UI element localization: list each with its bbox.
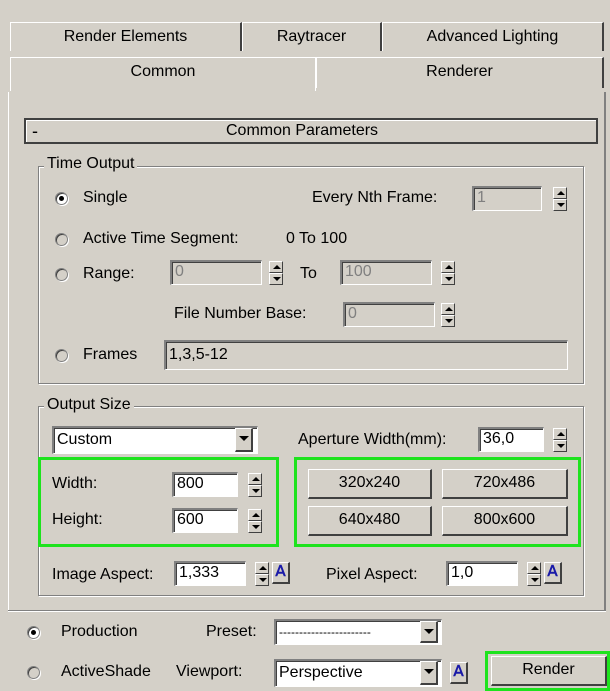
image-aspect-spinner[interactable] bbox=[255, 562, 269, 586]
image-aspect-input[interactable]: 1,333 bbox=[174, 561, 246, 586]
single-label: Single bbox=[83, 189, 128, 206]
aperture-width-spinner[interactable] bbox=[553, 428, 567, 452]
active-segment-value: 0 To 100 bbox=[286, 230, 348, 247]
file-number-base-spinner[interactable] bbox=[441, 303, 455, 327]
tab-render-elements[interactable]: Render Elements bbox=[10, 22, 242, 51]
range-radio[interactable] bbox=[55, 268, 68, 281]
bottom-separator bbox=[8, 610, 606, 612]
height-input[interactable]: 600 bbox=[172, 508, 238, 533]
aperture-width-label: Aperture Width(mm): bbox=[298, 431, 447, 448]
output-size-preset-arrow[interactable] bbox=[235, 428, 253, 452]
output-size-title: Output Size bbox=[44, 396, 134, 414]
viewport-arrow[interactable] bbox=[420, 661, 438, 685]
image-aspect-lock-icon[interactable]: 𝖠 bbox=[272, 562, 290, 584]
range-label: Range: bbox=[83, 265, 135, 282]
activeshade-radio[interactable] bbox=[27, 666, 40, 679]
frames-radio[interactable] bbox=[55, 349, 68, 362]
active-segment-radio[interactable] bbox=[55, 233, 68, 246]
frames-input[interactable]: 1,3,5-12 bbox=[164, 340, 568, 370]
width-height-highlight bbox=[38, 457, 279, 547]
render-preset-arrow[interactable] bbox=[420, 621, 438, 643]
time-output-title: Time Output bbox=[44, 155, 138, 173]
tab-strip: Render Elements Raytracer Advanced Light… bbox=[0, 0, 610, 91]
width-spinner[interactable] bbox=[248, 473, 262, 497]
tab-common[interactable]: Common bbox=[10, 57, 316, 91]
single-radio[interactable] bbox=[55, 192, 68, 205]
every-nth-label: Every Nth Frame: bbox=[312, 189, 438, 206]
preset-800x600-button[interactable]: 800x600 bbox=[442, 506, 568, 536]
range-from-input[interactable]: 0 bbox=[170, 260, 262, 285]
every-nth-spinner[interactable] bbox=[553, 187, 567, 211]
tab-raytracer[interactable]: Raytracer bbox=[242, 22, 382, 51]
height-label: Height: bbox=[52, 511, 103, 528]
preset-720x486-button[interactable]: 720x486 bbox=[442, 469, 568, 499]
tab-renderer[interactable]: Renderer bbox=[316, 57, 604, 88]
frames-label: Frames bbox=[83, 346, 138, 363]
pixel-aspect-lock-icon[interactable]: 𝖠 bbox=[544, 562, 562, 584]
render-preset-dropdown[interactable]: ----------------------- bbox=[274, 619, 442, 645]
range-to-spinner[interactable] bbox=[441, 261, 455, 285]
width-input[interactable]: 800 bbox=[172, 472, 238, 497]
production-radio[interactable] bbox=[27, 626, 40, 639]
range-to-label: To bbox=[300, 265, 317, 282]
preset-label: Preset: bbox=[206, 623, 257, 640]
range-from-spinner[interactable] bbox=[269, 261, 283, 285]
output-size-preset-dropdown[interactable]: Custom bbox=[52, 426, 258, 454]
active-segment-label: Active Time Segment: bbox=[83, 230, 239, 247]
rollout-title: Common Parameters bbox=[226, 122, 379, 139]
every-nth-input[interactable]: 1 bbox=[472, 186, 542, 211]
pixel-aspect-label: Pixel Aspect: bbox=[326, 566, 418, 583]
viewport-label: Viewport: bbox=[176, 663, 243, 680]
aperture-width-input[interactable]: 36,0 bbox=[478, 427, 544, 452]
tab-advanced-lighting[interactable]: Advanced Lighting bbox=[382, 22, 604, 51]
preset-640x480-button[interactable]: 640x480 bbox=[308, 506, 432, 536]
pixel-aspect-input[interactable]: 1,0 bbox=[446, 561, 518, 586]
viewport-lock-icon[interactable]: 𝖠 bbox=[450, 662, 468, 684]
file-number-base-label: File Number Base: bbox=[174, 305, 307, 322]
render-button[interactable]: Render bbox=[491, 656, 607, 686]
production-label: Production bbox=[61, 623, 138, 640]
activeshade-label: ActiveShade bbox=[61, 663, 151, 680]
pixel-aspect-spinner[interactable] bbox=[527, 562, 541, 586]
range-to-input[interactable]: 100 bbox=[340, 260, 432, 285]
height-spinner[interactable] bbox=[248, 509, 262, 533]
rollout-collapse-icon[interactable]: - bbox=[32, 121, 38, 141]
viewport-dropdown[interactable]: Perspective bbox=[274, 659, 442, 687]
width-label: Width: bbox=[52, 475, 98, 492]
preset-320x240-button[interactable]: 320x240 bbox=[308, 469, 432, 499]
file-number-base-input[interactable]: 0 bbox=[343, 302, 435, 327]
rollout-header[interactable]: - Common Parameters bbox=[24, 118, 598, 144]
image-aspect-label: Image Aspect: bbox=[52, 566, 154, 583]
